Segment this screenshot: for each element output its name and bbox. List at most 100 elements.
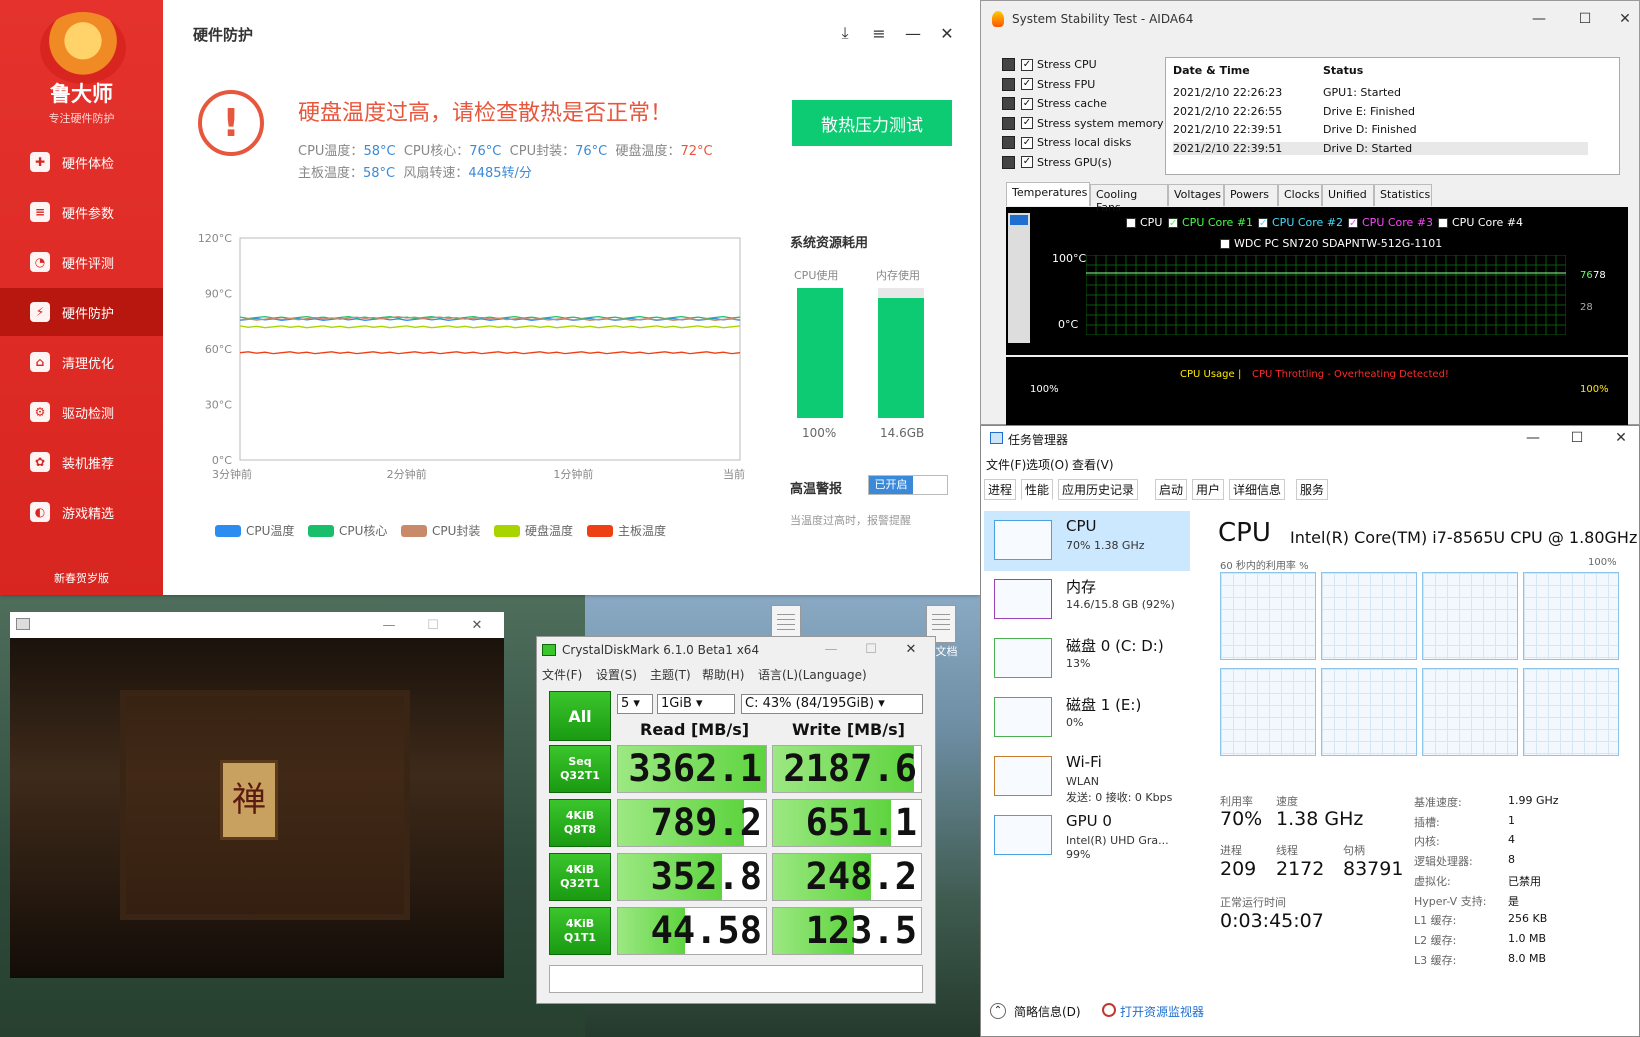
aida-maximize-button[interactable]: ☐: [1572, 6, 1598, 32]
aida-minimize-button[interactable]: —: [1526, 6, 1552, 32]
stress-option-0[interactable]: ✓ Stress CPU: [1002, 58, 1097, 71]
cdm-maximize-button[interactable]: ☐: [858, 636, 884, 662]
stress-option-5[interactable]: ✓ Stress GPU(s): [1002, 155, 1112, 169]
cdm-menu-4[interactable]: 语言(L)(Language): [758, 666, 867, 683]
cdm-test-button-1[interactable]: 4KiB Q8T8: [549, 799, 611, 847]
cdm-write-value-1: 651.1: [805, 801, 917, 844]
tm-close-button[interactable]: ✕: [1608, 425, 1634, 451]
graph-legend-check-1[interactable]: ✓: [1168, 217, 1178, 228]
drive-select[interactable]: C: 43% (84/195GiB) ▾: [741, 694, 923, 714]
graph-legend-4[interactable]: ✓ CPU Core #4: [1438, 216, 1523, 229]
aida-close-button[interactable]: ✕: [1612, 6, 1638, 32]
run-all-button[interactable]: All: [549, 691, 611, 741]
nav-item-3[interactable]: ⚡ 硬件防护: [0, 288, 163, 336]
tm-side-item-3[interactable]: 磁盘 1 (E:) 0%: [984, 688, 1190, 748]
graph-legend-disk-check[interactable]: ✓: [1220, 238, 1230, 249]
nav-item-1[interactable]: ≡ 硬件参数: [0, 188, 163, 236]
stress-checkbox-3[interactable]: ✓: [1021, 117, 1033, 129]
close-button[interactable]: ✕: [934, 20, 960, 46]
nav-item-6[interactable]: ✿ 装机推荐: [0, 438, 163, 486]
aida-graph-scroll-thumb[interactable]: [1010, 215, 1028, 225]
stress-label-0: Stress CPU: [1037, 58, 1097, 71]
minimize-button[interactable]: —: [900, 20, 926, 46]
stress-test-button[interactable]: 散热压力测试: [792, 100, 952, 146]
stress-checkbox-1[interactable]: ✓: [1021, 78, 1033, 90]
graph-legend-0[interactable]: ✓ CPU: [1126, 216, 1162, 229]
menu-icon[interactable]: ≡: [866, 20, 892, 46]
tm-tab-1[interactable]: 性能: [1021, 479, 1054, 500]
tm-tab-3[interactable]: 启动: [1155, 479, 1188, 500]
nav-item-4[interactable]: ⌂ 清理优化: [0, 338, 163, 386]
aida-tab-0[interactable]: Temperatures: [1006, 182, 1090, 206]
size-select[interactable]: 1GiB ▾: [657, 694, 735, 714]
cdm-test-button-2[interactable]: 4KiB Q32T1: [549, 853, 611, 901]
stress-option-2[interactable]: ✓ Stress cache: [1002, 97, 1107, 110]
log-row-3[interactable]: 2021/2/10 22:39:51 Drive D: Started: [1173, 141, 1588, 155]
game-minimize-button[interactable]: —: [376, 612, 402, 638]
graph-legend-check-3[interactable]: ✓: [1348, 217, 1358, 228]
brief-info-link[interactable]: 简略信息(D): [1014, 1003, 1081, 1020]
tm-tab-0[interactable]: 进程: [984, 479, 1017, 500]
nav-item-0[interactable]: ✚ 硬件体检: [0, 138, 163, 186]
count-select[interactable]: 5 ▾: [617, 694, 653, 714]
aida-tab-4[interactable]: Clocks: [1278, 184, 1322, 206]
aida-tab-6[interactable]: Statistics: [1374, 184, 1432, 206]
nav-item-2[interactable]: ◔ 硬件评测: [0, 238, 163, 286]
tm-side-item-0[interactable]: CPU 70% 1.38 GHz: [984, 511, 1190, 571]
stress-checkbox-5[interactable]: ✓: [1021, 156, 1033, 168]
cdm-menu-0[interactable]: 文件(F): [542, 666, 582, 683]
tm-menu-2[interactable]: 查看(V): [1072, 456, 1114, 473]
tm-tab-4[interactable]: 用户: [1192, 479, 1225, 500]
alarm-state[interactable]: 已开启: [869, 476, 913, 494]
tm-menu-1[interactable]: 选项(O): [1026, 456, 1069, 473]
tm-tab-5[interactable]: 详细信息: [1229, 479, 1286, 500]
graph-legend-1[interactable]: ✓ CPU Core #1: [1168, 216, 1253, 229]
stress-checkbox-2[interactable]: ✓: [1021, 97, 1033, 110]
cdm-close-button[interactable]: ✕: [898, 636, 924, 662]
tm-side-item-1[interactable]: 内存 14.6/15.8 GB (92%): [984, 570, 1190, 630]
stress-checkbox-4[interactable]: ✓: [1021, 136, 1033, 149]
stress-option-3[interactable]: ✓ Stress system memory: [1002, 116, 1164, 130]
aida-tab-5[interactable]: Unified: [1322, 184, 1374, 206]
graph-legend-disk[interactable]: ✓ WDC PC SN720 SDAPNTW-512G-1101: [1220, 237, 1442, 250]
tm-tab-6[interactable]: 服务: [1296, 479, 1329, 500]
aida-tab-3[interactable]: Powers: [1224, 184, 1278, 206]
stress-checkbox-0[interactable]: ✓: [1021, 58, 1033, 71]
tm-maximize-button[interactable]: ☐: [1564, 425, 1590, 451]
aida-tab-1[interactable]: Cooling Fans: [1090, 184, 1168, 214]
graph-legend-2[interactable]: ✓ CPU Core #2: [1258, 216, 1343, 229]
log-row-1[interactable]: 2021/2/10 22:26:55 Drive E: Finished: [1173, 105, 1588, 118]
tm-side-item-5[interactable]: GPU 0 Intel(R) UHD Gra... 99%: [984, 806, 1190, 866]
log-row-0[interactable]: 2021/2/10 22:26:23 GPU1: Started: [1173, 86, 1588, 99]
cdm-test-button-0[interactable]: Seq Q32T1: [549, 745, 611, 793]
tm-menu-0[interactable]: 文件(F): [986, 456, 1026, 473]
tm-tab-2[interactable]: 应用历史记录: [1058, 479, 1139, 500]
game-close-button[interactable]: ✕: [464, 612, 490, 638]
collapse-icon[interactable]: ⌃: [990, 1003, 1006, 1019]
resource-monitor-link[interactable]: 打开资源监视器: [1120, 1003, 1204, 1020]
nav-item-7[interactable]: ◐ 游戏精选: [0, 488, 163, 536]
aida-graph-scroll[interactable]: [1008, 213, 1030, 343]
tm-side-item-4[interactable]: Wi-Fi WLAN 发送: 0 接收: 0 Kbps: [984, 747, 1190, 807]
download-icon[interactable]: ⤓: [832, 20, 858, 46]
cpu-core-graph-2: [1422, 572, 1518, 660]
nav-label-2: 硬件评测: [62, 256, 115, 272]
stress-option-1[interactable]: ✓ Stress FPU: [1002, 77, 1095, 91]
log-row-2[interactable]: 2021/2/10 22:39:51 Drive D: Finished: [1173, 123, 1588, 136]
tm-minimize-button[interactable]: —: [1520, 425, 1546, 451]
cdm-menu-2[interactable]: 主题(T): [650, 666, 691, 683]
tm-side-item-2[interactable]: 磁盘 0 (C: D:) 13%: [984, 629, 1190, 689]
game-maximize-button[interactable]: ☐: [420, 612, 446, 638]
stress-option-4[interactable]: ✓ Stress local disks: [1002, 136, 1131, 149]
cdm-minimize-button[interactable]: —: [818, 636, 844, 662]
graph-legend-3[interactable]: ✓ CPU Core #3: [1348, 216, 1433, 229]
nav-item-5[interactable]: ⚙ 驱动检测: [0, 388, 163, 436]
cdm-test-button-3[interactable]: 4KiB Q1T1: [549, 907, 611, 955]
graph-legend-check-0[interactable]: ✓: [1126, 217, 1136, 228]
cdm-comment-field[interactable]: [549, 965, 923, 993]
cdm-menu-3[interactable]: 帮助(H): [702, 666, 744, 683]
cdm-menu-1[interactable]: 设置(S): [596, 666, 637, 683]
graph-legend-check-2[interactable]: ✓: [1258, 217, 1268, 228]
aida-tab-2[interactable]: Voltages: [1168, 184, 1224, 206]
graph-legend-check-4[interactable]: ✓: [1438, 217, 1448, 228]
